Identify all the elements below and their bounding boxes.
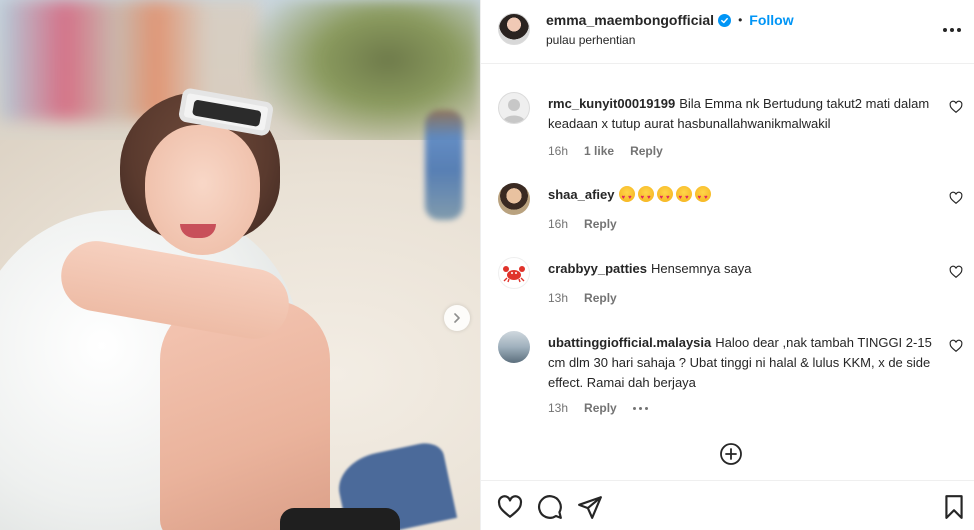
post-side-panel: emma_maembongofficial • Follow pulau per… xyxy=(480,0,974,530)
comment-meta: 16h Reply xyxy=(548,217,617,231)
reply-button[interactable]: Reply xyxy=(584,217,617,231)
more-options-icon[interactable] xyxy=(940,20,964,40)
comments-list[interactable]: rmc_kunyit00019199 Bila Emma nk Bertudung… xyxy=(481,65,974,485)
author-username[interactable]: emma_maembongofficial xyxy=(546,12,714,28)
heart-eyes-emoji-icon xyxy=(675,186,692,208)
reply-button[interactable]: Reply xyxy=(584,291,617,305)
carousel-next-button[interactable] xyxy=(444,305,470,331)
heart-eyes-emoji-group xyxy=(618,186,714,208)
comment-time[interactable]: 13h xyxy=(548,291,568,305)
default-avatar-icon xyxy=(502,99,526,123)
sandal xyxy=(280,508,400,530)
heart-eyes-emoji-icon xyxy=(694,186,711,208)
heart-icon[interactable] xyxy=(497,494,523,520)
comment-time[interactable]: 16h xyxy=(548,144,568,158)
separator-dot: • xyxy=(738,13,743,27)
post-action-bar xyxy=(481,480,974,530)
heart-eyes-emoji-icon xyxy=(637,186,654,208)
comment-username[interactable]: shaa_afiey xyxy=(548,187,615,202)
comment-body: shaa_afiey xyxy=(548,185,940,208)
comment-body: ubattinggiofficial.malaysia Haloo dear ,n… xyxy=(548,333,940,393)
plus-circle-icon[interactable] xyxy=(719,442,743,466)
heart-eyes-emoji-icon xyxy=(656,186,673,208)
bookmark-icon[interactable] xyxy=(941,494,967,520)
comment-likes[interactable]: 1 like xyxy=(584,144,614,158)
comment-username[interactable]: ubattinggiofficial.malaysia xyxy=(548,335,711,350)
comment-meta: 16h 1 like Reply xyxy=(548,144,663,158)
heart-eyes-emoji-icon xyxy=(618,186,635,208)
post-header: emma_maembongofficial • Follow pulau per… xyxy=(481,0,974,64)
author-avatar[interactable] xyxy=(498,13,530,45)
post-image[interactable] xyxy=(0,0,480,530)
follow-button[interactable]: Follow xyxy=(749,12,793,28)
comment-avatar[interactable] xyxy=(498,92,530,124)
comment-heart-icon[interactable] xyxy=(949,265,963,279)
comment-heart-icon[interactable] xyxy=(949,191,963,205)
comment-body: rmc_kunyit00019199 Bila Emma nk Bertudung… xyxy=(548,94,940,134)
verified-badge-icon xyxy=(718,13,732,27)
author-row: emma_maembongofficial • Follow xyxy=(546,12,794,28)
comment-time[interactable]: 13h xyxy=(548,401,568,415)
comment-heart-icon[interactable] xyxy=(949,339,963,353)
background-person xyxy=(425,110,463,220)
comment-avatar[interactable] xyxy=(498,257,530,289)
comment-options-icon[interactable] xyxy=(632,406,648,410)
comment-text: Hensemnya saya xyxy=(651,261,752,276)
comment-username[interactable]: crabbyy_patties xyxy=(548,261,647,276)
comment-avatar[interactable] xyxy=(498,183,530,215)
comment-username[interactable]: rmc_kunyit00019199 xyxy=(548,96,675,111)
comment-meta: 13h Reply xyxy=(548,291,617,305)
comment-body: crabbyy_patties Hensemnya saya xyxy=(548,259,940,279)
post-location[interactable]: pulau perhentian xyxy=(546,33,635,47)
crab-icon xyxy=(503,266,525,283)
chevron-right-icon xyxy=(454,313,460,323)
comment-time[interactable]: 16h xyxy=(548,217,568,231)
share-icon[interactable] xyxy=(577,494,603,520)
reply-button[interactable]: Reply xyxy=(584,401,617,415)
comment-avatar[interactable] xyxy=(498,331,530,363)
comment-meta: 13h Reply xyxy=(548,401,648,415)
comment-heart-icon[interactable] xyxy=(949,100,963,114)
reply-button[interactable]: Reply xyxy=(630,144,663,158)
comment-icon[interactable] xyxy=(537,494,563,520)
